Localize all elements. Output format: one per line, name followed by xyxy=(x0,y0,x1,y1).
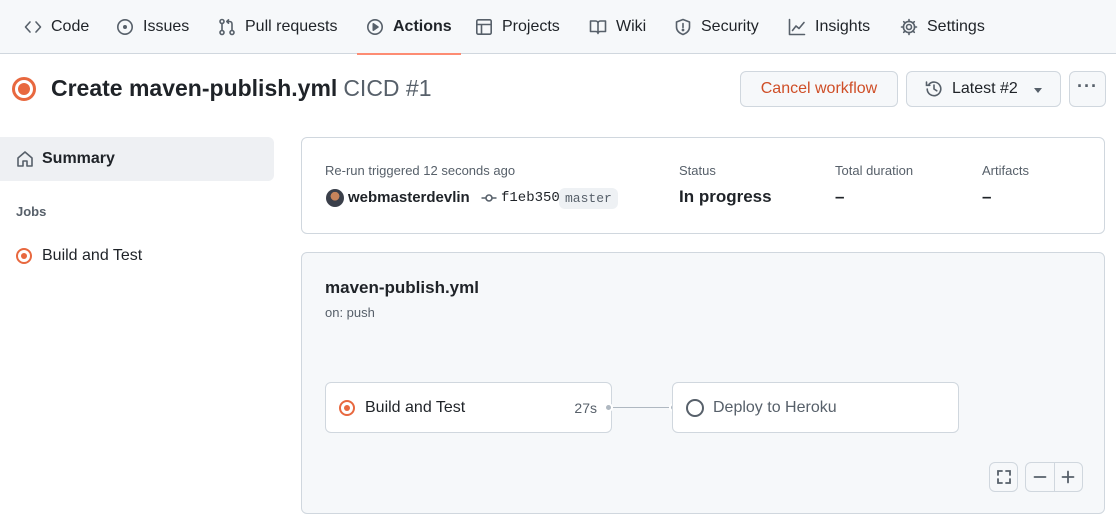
table-icon xyxy=(475,18,492,35)
tab-wiki-label: Wiki xyxy=(616,18,647,35)
tab-code[interactable]: Code xyxy=(24,0,89,54)
tab-settings[interactable]: Settings xyxy=(900,0,985,54)
tab-insights[interactable]: Insights xyxy=(788,0,870,54)
latest-run-label: Latest #2 xyxy=(952,80,1018,97)
workflow-file-name: maven-publish.yml xyxy=(325,278,479,297)
play-icon xyxy=(367,19,383,35)
actor-link[interactable]: webmasterdevlin xyxy=(348,189,470,206)
sidebar-item-build-and-test[interactable]: Build and Test xyxy=(16,244,142,268)
duration-label: Total duration xyxy=(835,163,914,178)
run-status-in-progress-icon xyxy=(12,77,36,101)
artifacts-label: Artifacts xyxy=(982,163,1029,178)
more-options-button[interactable]: ··· xyxy=(1069,71,1106,107)
graph-icon xyxy=(788,18,806,36)
connector-dot-start xyxy=(604,403,613,412)
tab-settings-label: Settings xyxy=(927,18,985,35)
history-icon xyxy=(925,81,942,97)
branch-badge[interactable]: master xyxy=(559,188,618,209)
tab-actions-label: Actions xyxy=(393,18,452,35)
fullscreen-icon xyxy=(996,470,1011,484)
trigger-text: Re-run triggered 12 seconds ago xyxy=(325,163,516,178)
home-icon xyxy=(17,151,33,167)
tab-projects-label: Projects xyxy=(502,18,560,35)
tab-projects[interactable]: Projects xyxy=(475,0,560,54)
minus-icon xyxy=(1033,476,1047,478)
tab-pull-requests[interactable]: Pull requests xyxy=(218,0,338,54)
sidebar-job-label: Build and Test xyxy=(42,247,143,264)
tab-issues-label: Issues xyxy=(143,18,190,35)
job-node-deploy-to-heroku[interactable]: Deploy to Heroku xyxy=(672,382,959,433)
artifacts-value: – xyxy=(982,187,992,206)
commit-icon xyxy=(481,190,497,206)
cancel-workflow-label: Cancel workflow xyxy=(760,80,878,97)
run-subtitle: CICD #1 xyxy=(343,75,432,101)
shield-icon xyxy=(675,18,691,36)
sidebar-item-summary[interactable]: Summary xyxy=(0,137,274,181)
zoom-out-button[interactable] xyxy=(1026,463,1055,491)
gear-icon xyxy=(900,18,918,36)
tab-code-label: Code xyxy=(51,18,90,35)
page-title: Create maven-publish.yml CICD #1 xyxy=(51,75,432,102)
tab-security-label: Security xyxy=(701,18,759,35)
in-progress-icon xyxy=(16,248,32,264)
tab-pull-requests-label: Pull requests xyxy=(245,18,338,35)
tab-issues[interactable]: Issues xyxy=(116,0,189,54)
job-duration: 27s xyxy=(574,400,597,416)
zoom-in-button[interactable] xyxy=(1055,463,1083,491)
cancel-workflow-button[interactable]: Cancel workflow xyxy=(740,71,898,107)
workflow-trigger: on: push xyxy=(325,305,375,320)
latest-run-dropdown[interactable]: Latest #2 xyxy=(906,71,1061,107)
tab-security[interactable]: Security xyxy=(674,0,759,54)
pending-icon xyxy=(686,398,704,417)
book-icon xyxy=(589,20,607,35)
job-name: Build and Test xyxy=(365,398,466,416)
tab-wiki[interactable]: Wiki xyxy=(589,0,646,54)
code-icon xyxy=(24,21,42,33)
zoom-controls xyxy=(1025,462,1083,492)
job-connector-line xyxy=(609,407,675,408)
pull-request-icon xyxy=(219,18,235,36)
issue-icon xyxy=(117,19,133,35)
status-label: Status xyxy=(679,163,716,178)
tab-actions[interactable]: Actions xyxy=(357,0,461,55)
in-progress-icon xyxy=(339,399,355,416)
job-name: Deploy to Heroku xyxy=(713,398,837,416)
run-summary-card: Re-run triggered 12 seconds ago webmaste… xyxy=(301,137,1105,234)
job-node-build-and-test[interactable]: Build and Test 27s xyxy=(325,382,612,433)
sidebar-jobs-heading: Jobs xyxy=(16,204,47,219)
status-value: In progress xyxy=(679,187,772,206)
repo-nav: Code Issues Pull requests Actions Projec… xyxy=(0,0,1116,55)
run-title: Create maven-publish.yml xyxy=(51,75,338,101)
fullscreen-button[interactable] xyxy=(989,462,1018,492)
sidebar-summary-label: Summary xyxy=(42,150,115,167)
workflow-graph-card: maven-publish.yml on: push Build and Tes… xyxy=(301,252,1105,514)
chevron-down-icon xyxy=(1034,88,1042,93)
kebab-icon: ··· xyxy=(1077,75,1098,96)
tab-insights-label: Insights xyxy=(815,18,871,35)
plus-icon xyxy=(1061,470,1075,484)
avatar[interactable] xyxy=(326,189,344,207)
commit-sha-link[interactable]: f1eb350 xyxy=(501,190,560,206)
duration-value: – xyxy=(835,187,845,206)
